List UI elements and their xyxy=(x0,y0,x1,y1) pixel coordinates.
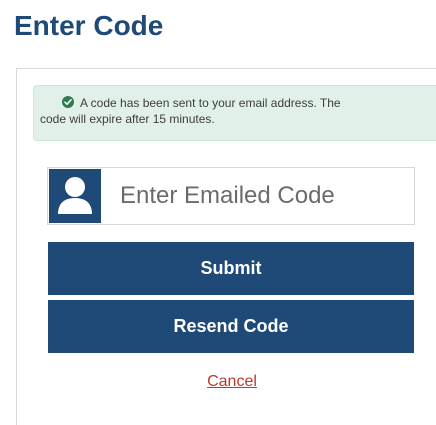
submit-button[interactable]: Submit xyxy=(48,242,414,295)
code-panel: A code has been sent to your email addre… xyxy=(16,68,436,425)
emailed-code-field[interactable] xyxy=(47,167,415,225)
alert-message-line1: A code has been sent to your email addre… xyxy=(80,96,341,110)
enter-code-page: Enter Code A code has been sent to your … xyxy=(0,0,436,425)
resend-code-button[interactable]: Resend Code xyxy=(48,300,414,353)
page-title: Enter Code xyxy=(14,10,164,41)
cancel-link[interactable]: Cancel xyxy=(17,373,436,391)
emailed-code-input[interactable] xyxy=(102,168,412,224)
alert-message-line2: code will expire after 15 minutes. xyxy=(40,112,215,126)
user-icon xyxy=(49,169,101,223)
check-circle-icon xyxy=(62,96,74,108)
code-sent-alert: A code has been sent to your email addre… xyxy=(33,85,436,141)
